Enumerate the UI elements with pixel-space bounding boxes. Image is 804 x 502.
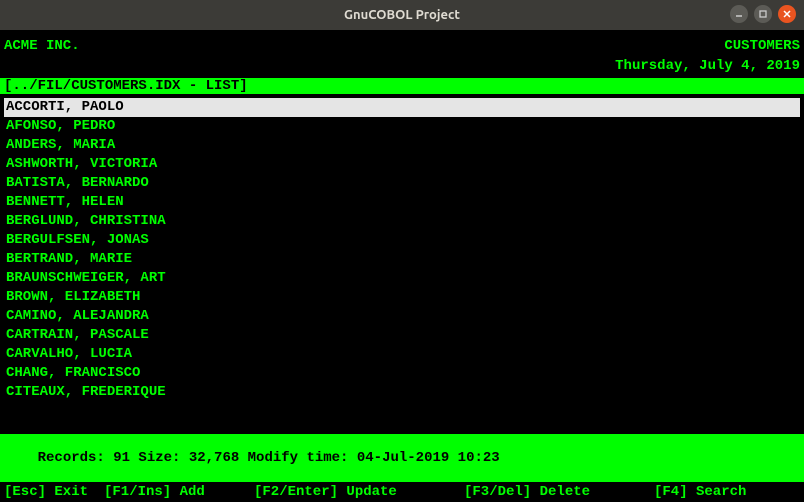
function-key-bar: [Esc] Exit [F1/Ins] Add [F2/Enter] Updat… [0, 484, 804, 500]
date-row: Thursday, July 4, 2019 [0, 56, 804, 76]
list-item[interactable]: BRAUNSCHWEIGER, ART [4, 269, 800, 288]
window-titlebar: GnuCOBOL Project [0, 0, 804, 30]
fn-f1-add[interactable]: [F1/Ins] Add [104, 484, 254, 500]
close-icon[interactable] [778, 5, 796, 23]
list-item[interactable]: BERGULFSEN, JONAS [4, 231, 800, 250]
list-item[interactable]: BERTRAND, MARIE [4, 250, 800, 269]
file-path: [../FIL/CUSTOMERS.IDX - LIST] [4, 78, 248, 94]
list-item[interactable]: BERGLUND, CHRISTINA [4, 212, 800, 231]
status-text: Records: 91 Size: 32,768 Modify time: 04… [38, 450, 500, 466]
path-bar: [../FIL/CUSTOMERS.IDX - LIST] [0, 78, 804, 94]
list-item[interactable]: AFONSO, PEDRO [4, 117, 800, 136]
fn-f2-update[interactable]: [F2/Enter] Update [254, 484, 464, 500]
terminal-screen: ACME INC. CUSTOMERS Thursday, July 4, 20… [0, 30, 804, 502]
fn-f3-delete[interactable]: [F3/Del] Delete [464, 484, 654, 500]
fn-f4-search[interactable]: [F4] Search [654, 484, 746, 500]
header-row: ACME INC. CUSTOMERS [0, 30, 804, 56]
list-item[interactable]: ANDERS, MARIA [4, 136, 800, 155]
list-item[interactable]: CHANG, FRANCISCO [4, 364, 800, 383]
company-name: ACME INC. [4, 38, 80, 54]
list-item[interactable]: ACCORTI, PAOLO [4, 98, 800, 117]
list-item[interactable]: CARVALHO, LUCIA [4, 345, 800, 364]
list-item[interactable]: BATISTA, BERNARDO [4, 174, 800, 193]
current-date: Thursday, July 4, 2019 [615, 58, 800, 74]
window-controls [730, 5, 796, 23]
list-item[interactable]: BENNETT, HELEN [4, 193, 800, 212]
list-item[interactable]: CARTRAIN, PASCALE [4, 326, 800, 345]
screen-name: CUSTOMERS [724, 38, 800, 54]
fn-esc-exit[interactable]: [Esc] Exit [4, 484, 104, 500]
maximize-icon[interactable] [754, 5, 772, 23]
record-list[interactable]: ACCORTI, PAOLOAFONSO, PEDROANDERS, MARIA… [0, 94, 804, 402]
list-item[interactable]: CITEAUX, FREDERIQUE [4, 383, 800, 402]
window-title: GnuCOBOL Project [344, 8, 460, 22]
list-item[interactable]: CAMINO, ALEJANDRA [4, 307, 800, 326]
list-item[interactable]: ASHWORTH, VICTORIA [4, 155, 800, 174]
minimize-icon[interactable] [730, 5, 748, 23]
list-item[interactable]: BROWN, ELIZABETH [4, 288, 800, 307]
status-bar: Records: 91 Size: 32,768 Modify time: 04… [0, 434, 804, 482]
